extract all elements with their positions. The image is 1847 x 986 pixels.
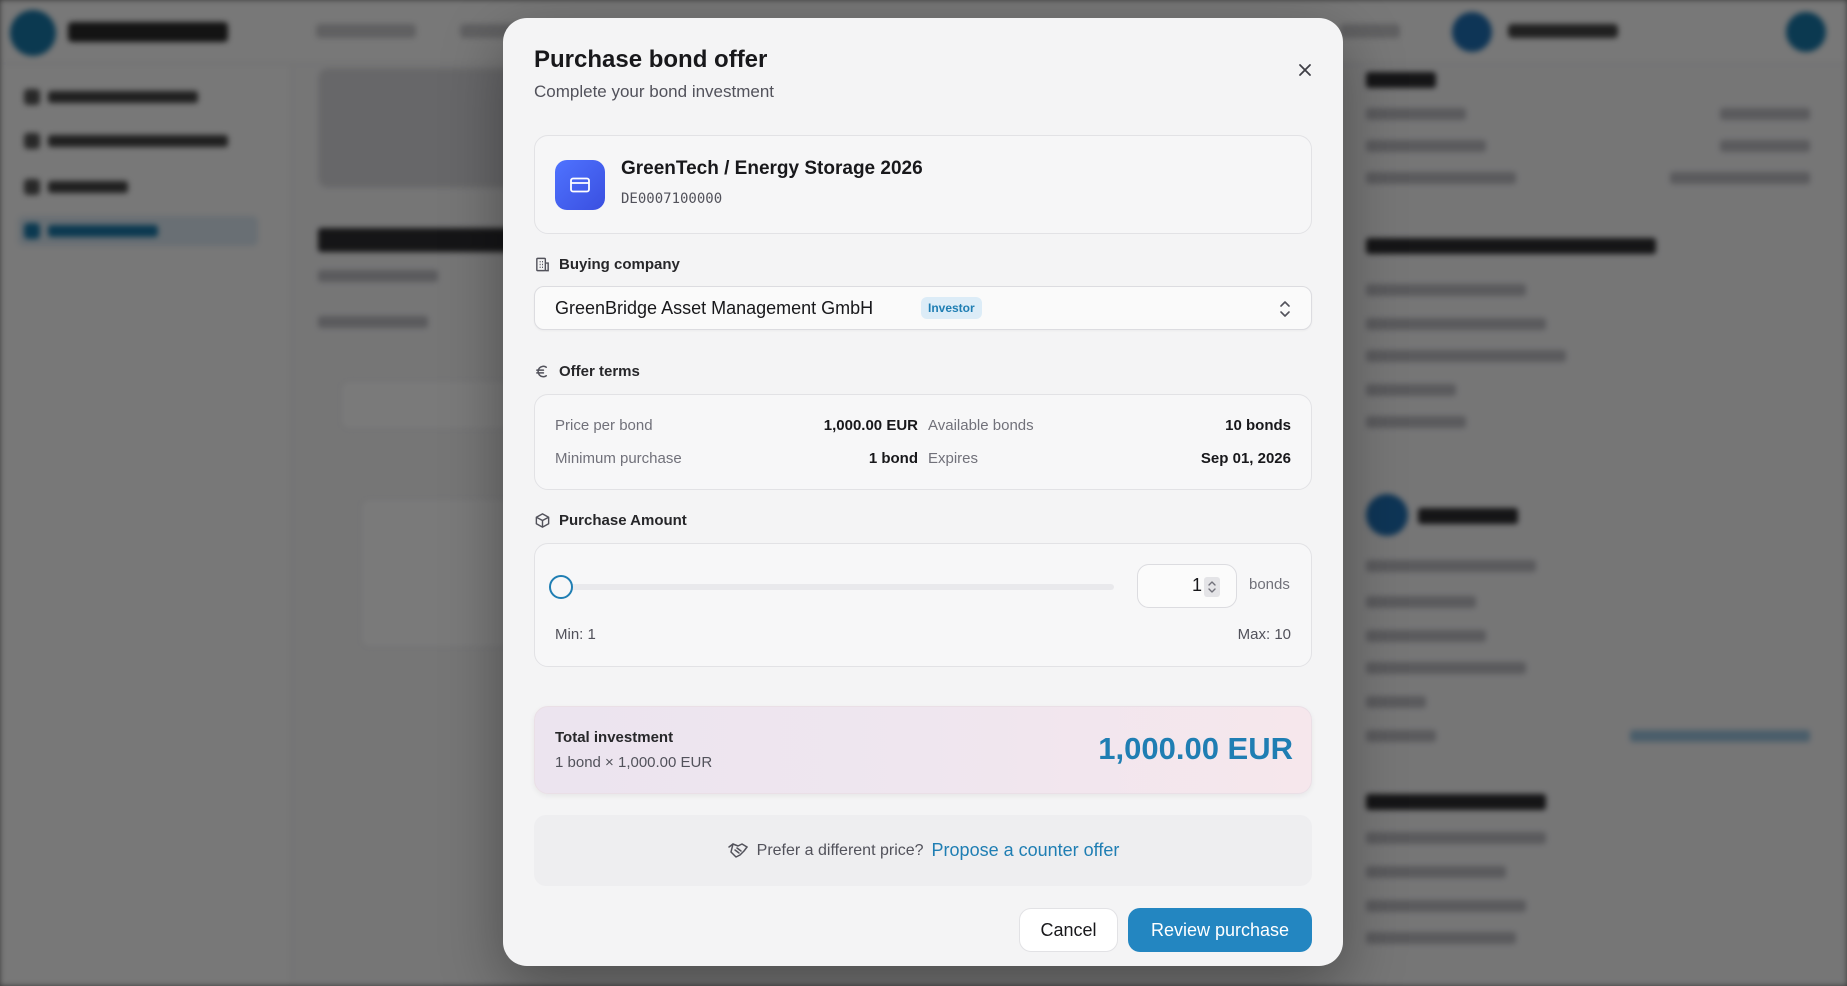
expires-label: Expires [928,450,979,467]
price-per-bond-value: 1,000.00 EUR [823,417,918,434]
purchase-bond-dialog: Purchase bond offer Complete your bond i… [503,18,1343,966]
price-per-bond-label: Price per bond [555,417,653,434]
counter-offer-banner: Prefer a different price? Propose a coun… [534,815,1312,886]
minimum-purchase-label: Minimum purchase [555,450,682,467]
buying-company-label-text: Buying company [559,256,680,273]
bond-summary-card: GreenTech / Energy Storage 2026 DE000710… [534,135,1312,234]
bond-icon [555,160,605,210]
total-amount: 1,000.00 EUR [1098,731,1293,766]
investor-badge: Investor [921,297,982,319]
slider-max-label: Max: 10 [1237,626,1291,643]
propose-counter-offer-link[interactable]: Propose a counter offer [932,840,1120,861]
offer-terms-card: Price per bond 1,000.00 EUR Available bo… [534,394,1312,490]
bond-name: GreenTech / Energy Storage 2026 [621,158,923,179]
purchase-amount-label: Purchase Amount [534,512,687,529]
credit-card-icon [570,177,590,193]
counter-offer-prompt: Prefer a different price? [756,841,924,859]
euro-icon [536,365,548,378]
total-investment-label: Total investment [555,729,674,746]
stepper-arrows[interactable] [1204,577,1220,597]
offer-terms-label-text: Offer terms [559,363,640,380]
slider-thumb[interactable] [549,575,573,599]
total-breakdown: 1 bond × 1,000.00 EUR [555,754,713,771]
offer-terms-label: Offer terms [534,363,640,380]
expires-value: Sep 01, 2026 [1200,450,1291,467]
review-purchase-button[interactable]: Review purchase [1128,908,1312,952]
chevron-up-down-icon [1280,301,1290,317]
minimum-purchase-value: 1 bond [868,450,918,467]
modal-title: Purchase bond offer [534,46,768,73]
bond-isin: DE0007100000 [621,191,723,207]
quantity-slider[interactable] [549,575,1114,599]
quantity-unit: bonds [1249,576,1290,593]
buying-company-select[interactable]: GreenBridge Asset Management GmbH Invest… [534,286,1312,330]
quantity-stepper[interactable] [1137,564,1237,608]
buying-company-label: Buying company [534,256,680,273]
cancel-button[interactable]: Cancel [1019,908,1118,952]
available-bonds-value: 10 bonds [1225,417,1291,434]
package-icon [535,513,550,528]
spinner-arrows-icon [1208,581,1216,593]
handshake-icon [727,842,748,858]
close-button[interactable] [1293,58,1317,82]
slider-min-label: Min: 1 [555,626,596,643]
close-icon [1299,64,1311,76]
total-investment-card: Total investment 1 bond × 1,000.00 EUR 1… [534,706,1312,794]
building-icon [536,257,549,272]
purchase-amount-card: bonds Min: 1 Max: 10 [534,543,1312,667]
purchase-amount-label-text: Purchase Amount [559,512,687,529]
buying-company-value: GreenBridge Asset Management GmbH [555,298,874,318]
modal-subtitle: Complete your bond investment [534,82,775,101]
quantity-input[interactable] [1146,575,1202,596]
available-bonds-label: Available bonds [928,417,1034,434]
